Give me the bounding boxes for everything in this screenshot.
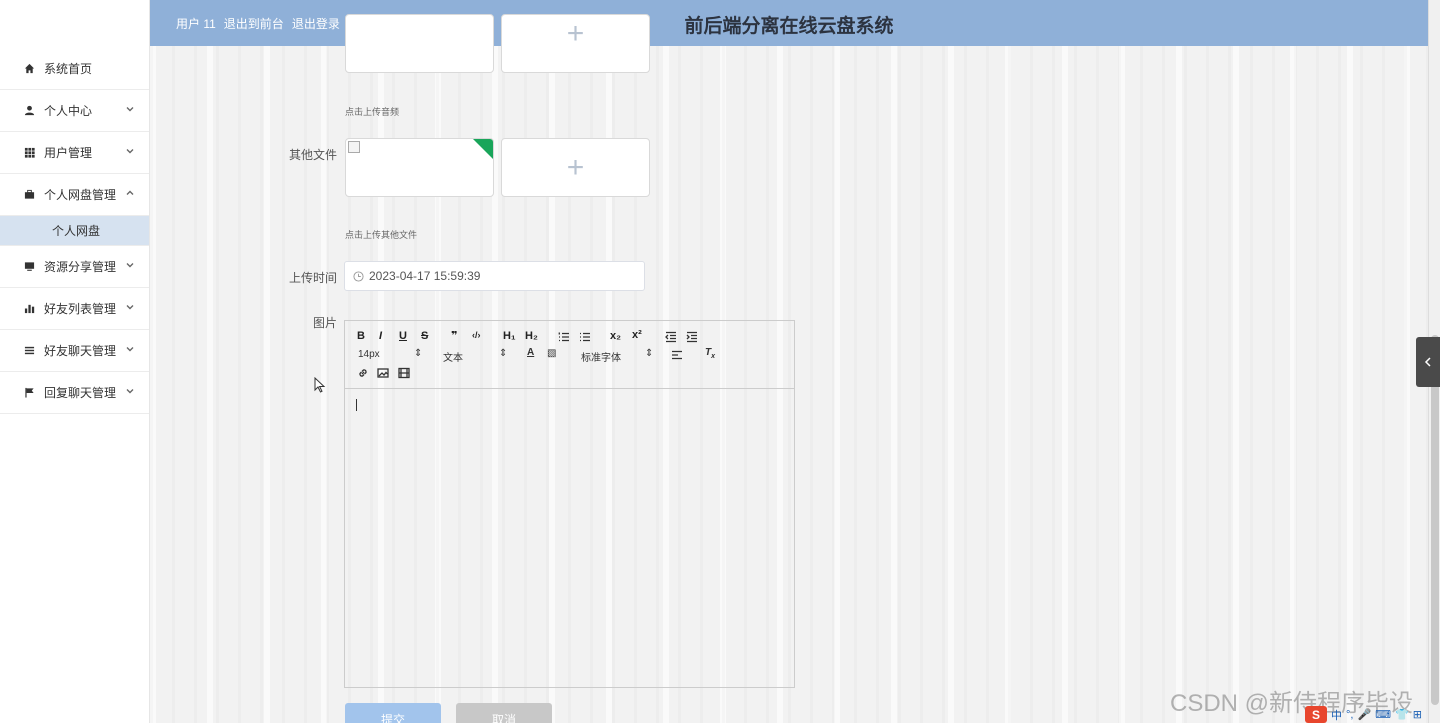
skin-icon[interactable]: 👕	[1395, 708, 1409, 721]
sidebar-item-reply[interactable]: 回复聊天管理	[0, 372, 149, 414]
plus-icon: +	[566, 150, 585, 184]
sidebar-item-users[interactable]: 用户管理	[0, 132, 149, 174]
flag-icon	[22, 386, 36, 400]
keyboard-icon[interactable]: ⌨	[1375, 708, 1391, 721]
sidebar-item-label: 资源分享管理	[44, 260, 117, 274]
indent-icon[interactable]	[686, 331, 698, 343]
chevron-down-icon	[125, 385, 135, 395]
microphone-icon[interactable]: 🎤	[1357, 708, 1371, 721]
code-block-button[interactable]: ‹/›	[472, 330, 481, 340]
upload-time-value: 2023-04-17 15:59:39	[369, 269, 481, 283]
plus-icon: +	[566, 16, 585, 50]
chevron-up-icon	[125, 187, 135, 197]
align-icon[interactable]	[671, 349, 683, 361]
user-icon	[22, 104, 36, 118]
font-size-select[interactable]: 14px	[358, 349, 380, 360]
blockquote-button[interactable]: ❞	[451, 329, 457, 342]
sidebar-item-label: 好友聊天管理	[44, 344, 117, 358]
ime-toolbar[interactable]: S 中 °, 🎤 ⌨ 👕 ⊞	[1305, 706, 1422, 723]
audio-upload-hint: 点击上传音频	[345, 107, 400, 117]
submit-button[interactable]: 提交	[345, 703, 441, 723]
sidebar-item-label: 回复聊天管理	[44, 386, 117, 400]
bar-chart-icon	[22, 302, 36, 316]
sidebar-item-share[interactable]: 资源分享管理	[0, 246, 149, 288]
strike-button[interactable]: S	[421, 330, 428, 342]
clock-icon	[353, 270, 364, 282]
audio-file-card[interactable]	[345, 14, 494, 73]
side-drawer-toggle[interactable]	[1416, 337, 1440, 387]
background-color-icon[interactable]: ▧	[547, 348, 556, 359]
font-size-dropdown-icon: ⇕	[414, 348, 423, 359]
font-color-icon[interactable]: A	[527, 347, 534, 358]
clear-format-icon[interactable]: Tx	[705, 347, 715, 360]
image-insert-icon[interactable]	[377, 367, 389, 379]
mouse-cursor-icon	[314, 377, 326, 393]
header2-button[interactable]: H₂	[525, 330, 538, 342]
image-label: 图片	[312, 316, 337, 330]
broken-image-icon	[348, 141, 360, 153]
text-type-select[interactable]: 文本	[443, 349, 463, 364]
outdent-icon[interactable]	[665, 331, 677, 343]
rich-text-editor: B I U S ❞ ‹/› H₁ H₂ x₂ x² 14px ⇕ 文本 ⇕ A …	[344, 320, 795, 688]
text-caret	[356, 399, 357, 411]
subscript-button[interactable]: x₂	[610, 330, 621, 342]
bullet-list-icon[interactable]	[579, 331, 591, 343]
chevron-down-icon	[125, 145, 135, 155]
header1-button[interactable]: H₁	[503, 330, 516, 342]
link-icon[interactable]	[357, 367, 369, 379]
sidebar: 系统首页 个人中心 用户管理 个人网盘管理 个人网盘 资源分享管理 好友列表管理…	[0, 0, 150, 723]
video-insert-icon[interactable]	[398, 367, 410, 379]
success-corner-badge	[473, 139, 493, 159]
scrollbar-thumb[interactable]	[1431, 335, 1439, 705]
font-family-dropdown-icon: ⇕	[645, 348, 654, 359]
sidebar-item-label: 系统首页	[44, 62, 93, 76]
ordered-list-icon[interactable]	[558, 331, 570, 343]
other-files-upload-hint: 点击上传其他文件	[345, 230, 418, 240]
sidebar-subitem-label: 个人网盘	[52, 224, 101, 238]
sidebar-item-label: 好友列表管理	[44, 302, 117, 316]
sogou-logo-icon: S	[1305, 706, 1327, 723]
sidebar-item-chat[interactable]: 好友聊天管理	[0, 330, 149, 372]
home-icon	[22, 62, 36, 76]
font-family-select[interactable]: 标准字体	[581, 349, 621, 364]
sidebar-item-profile[interactable]: 个人中心	[0, 90, 149, 132]
chevron-left-icon	[1424, 357, 1431, 367]
audio-upload-button[interactable]: +	[501, 14, 650, 73]
page-title: 前后端分离在线云盘系统	[684, 16, 894, 37]
sidebar-item-friends[interactable]: 好友列表管理	[0, 288, 149, 330]
upload-time-input[interactable]: 2023-04-17 15:59:39	[344, 261, 645, 291]
briefcase-icon	[22, 188, 36, 202]
ime-mode[interactable]: 中	[1331, 707, 1342, 723]
sidebar-item-home[interactable]: 系统首页	[0, 48, 149, 90]
top-header: 用户 11 退出到前台 退出登录 前后端分离在线云盘系统	[150, 0, 1428, 46]
cancel-button[interactable]: 取消	[456, 703, 552, 723]
sidebar-subitem-my-disk[interactable]: 个人网盘	[0, 216, 149, 246]
bold-button[interactable]: B	[357, 330, 365, 342]
other-file-card[interactable]	[345, 138, 494, 197]
other-files-label: 其他文件	[288, 148, 337, 162]
italic-button[interactable]: I	[379, 330, 382, 342]
underline-button[interactable]: U	[399, 330, 407, 342]
sidebar-item-label: 个人中心	[44, 104, 93, 118]
sidebar-item-disk[interactable]: 个人网盘管理	[0, 174, 149, 216]
list-icon	[22, 344, 36, 358]
apps-icon[interactable]: ⊞	[1413, 708, 1422, 721]
editor-toolbar: B I U S ❞ ‹/› H₁ H₂ x₂ x² 14px ⇕ 文本 ⇕ A …	[345, 321, 794, 389]
other-file-upload-button[interactable]: +	[501, 138, 650, 197]
grid-icon	[22, 146, 36, 160]
sidebar-item-label: 个人网盘管理	[44, 188, 117, 202]
chevron-down-icon	[125, 343, 135, 353]
superscript-button[interactable]: x²	[632, 329, 642, 341]
upload-time-label: 上传时间	[288, 271, 337, 285]
chevron-down-icon	[125, 259, 135, 269]
chevron-down-icon	[125, 301, 135, 311]
sidebar-item-label: 用户管理	[44, 146, 93, 160]
text-type-dropdown-icon: ⇕	[499, 348, 508, 359]
punctuation-icon[interactable]: °,	[1346, 709, 1353, 721]
chevron-down-icon	[125, 103, 135, 113]
monitor-icon	[22, 260, 36, 274]
